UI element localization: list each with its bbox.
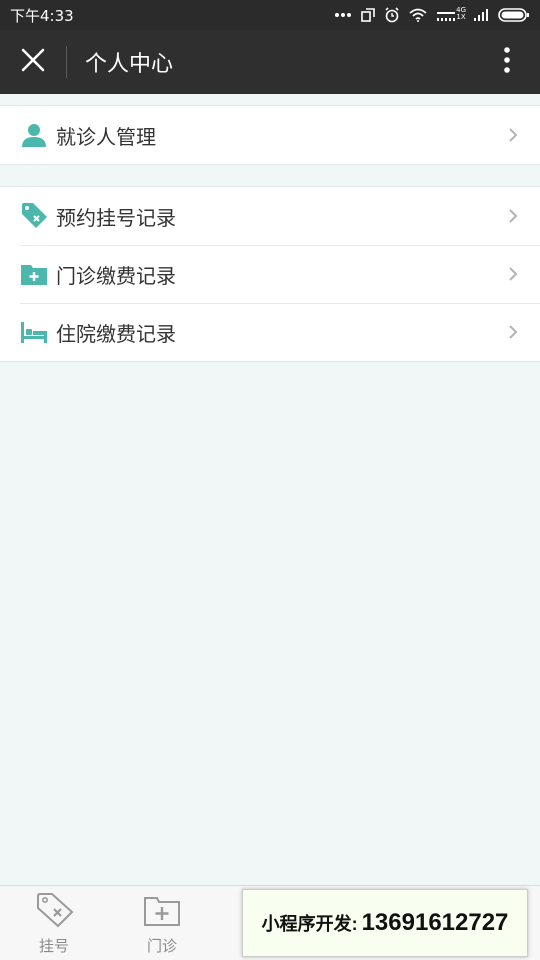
signal-icon [473, 6, 489, 24]
status-time: 下午4:33 [10, 6, 74, 25]
menu-group-patients: 就诊人管理 [0, 105, 540, 165]
menu-item-label: 门诊缴费记录 [56, 263, 176, 288]
nav-bar: 个人中心 [0, 30, 540, 94]
chevron-right-icon [506, 206, 520, 226]
hospital-bed-icon [20, 318, 48, 346]
menu-group-records: 预约挂号记录 门诊缴费记录 住院缴费记录 [0, 186, 540, 362]
menu-item-label: 就诊人管理 [56, 124, 156, 149]
chevron-right-icon [506, 322, 520, 342]
network-label-bottom: 1X [456, 13, 466, 21]
tab-outpatient[interactable]: 门诊 [108, 886, 216, 960]
tag-x-icon [34, 892, 74, 932]
medical-kit-icon [142, 892, 182, 932]
chevron-right-icon [506, 264, 520, 284]
page-title: 个人中心 [85, 52, 174, 77]
menu-item-label: 预约挂号记录 [56, 205, 176, 230]
banner-label: 小程序开发: [261, 914, 358, 934]
menu-item-patient-management[interactable]: 就诊人管理 [0, 106, 540, 164]
developer-contact-banner: 小程序开发: 13691612727 [242, 889, 528, 957]
menu-item-inpatient-payment-records[interactable]: 住院缴费记录 [0, 303, 540, 361]
menu-item-label: 住院缴费记录 [56, 321, 176, 346]
status-bar: 下午4:33 4G 1X [0, 0, 540, 30]
signal-4g-icon: 4G 1X [436, 6, 466, 24]
more-button[interactable] [474, 30, 540, 94]
tab-label: 挂号 [38, 937, 69, 955]
person-icon [20, 121, 48, 149]
battery-icon [498, 6, 530, 24]
tag-x-icon [20, 202, 48, 230]
nav-divider [66, 46, 67, 78]
more-vertical-icon [503, 46, 511, 78]
alarm-icon [384, 6, 400, 24]
tab-registration[interactable]: 挂号 [0, 886, 108, 960]
status-icons: 4G 1X [334, 6, 530, 24]
wifi-icon [409, 6, 427, 24]
screen-rotate-icon [361, 6, 375, 24]
banner-phone: 13691612727 [361, 909, 509, 936]
menu-item-appointment-records[interactable]: 预约挂号记录 [0, 187, 540, 245]
close-icon [21, 48, 45, 76]
tab-label: 门诊 [146, 937, 177, 955]
close-button[interactable] [0, 30, 66, 94]
chevron-right-icon [506, 125, 520, 145]
medical-kit-icon [20, 260, 48, 288]
menu-item-outpatient-payment-records[interactable]: 门诊缴费记录 [0, 245, 540, 303]
more-dots-icon [334, 6, 352, 24]
